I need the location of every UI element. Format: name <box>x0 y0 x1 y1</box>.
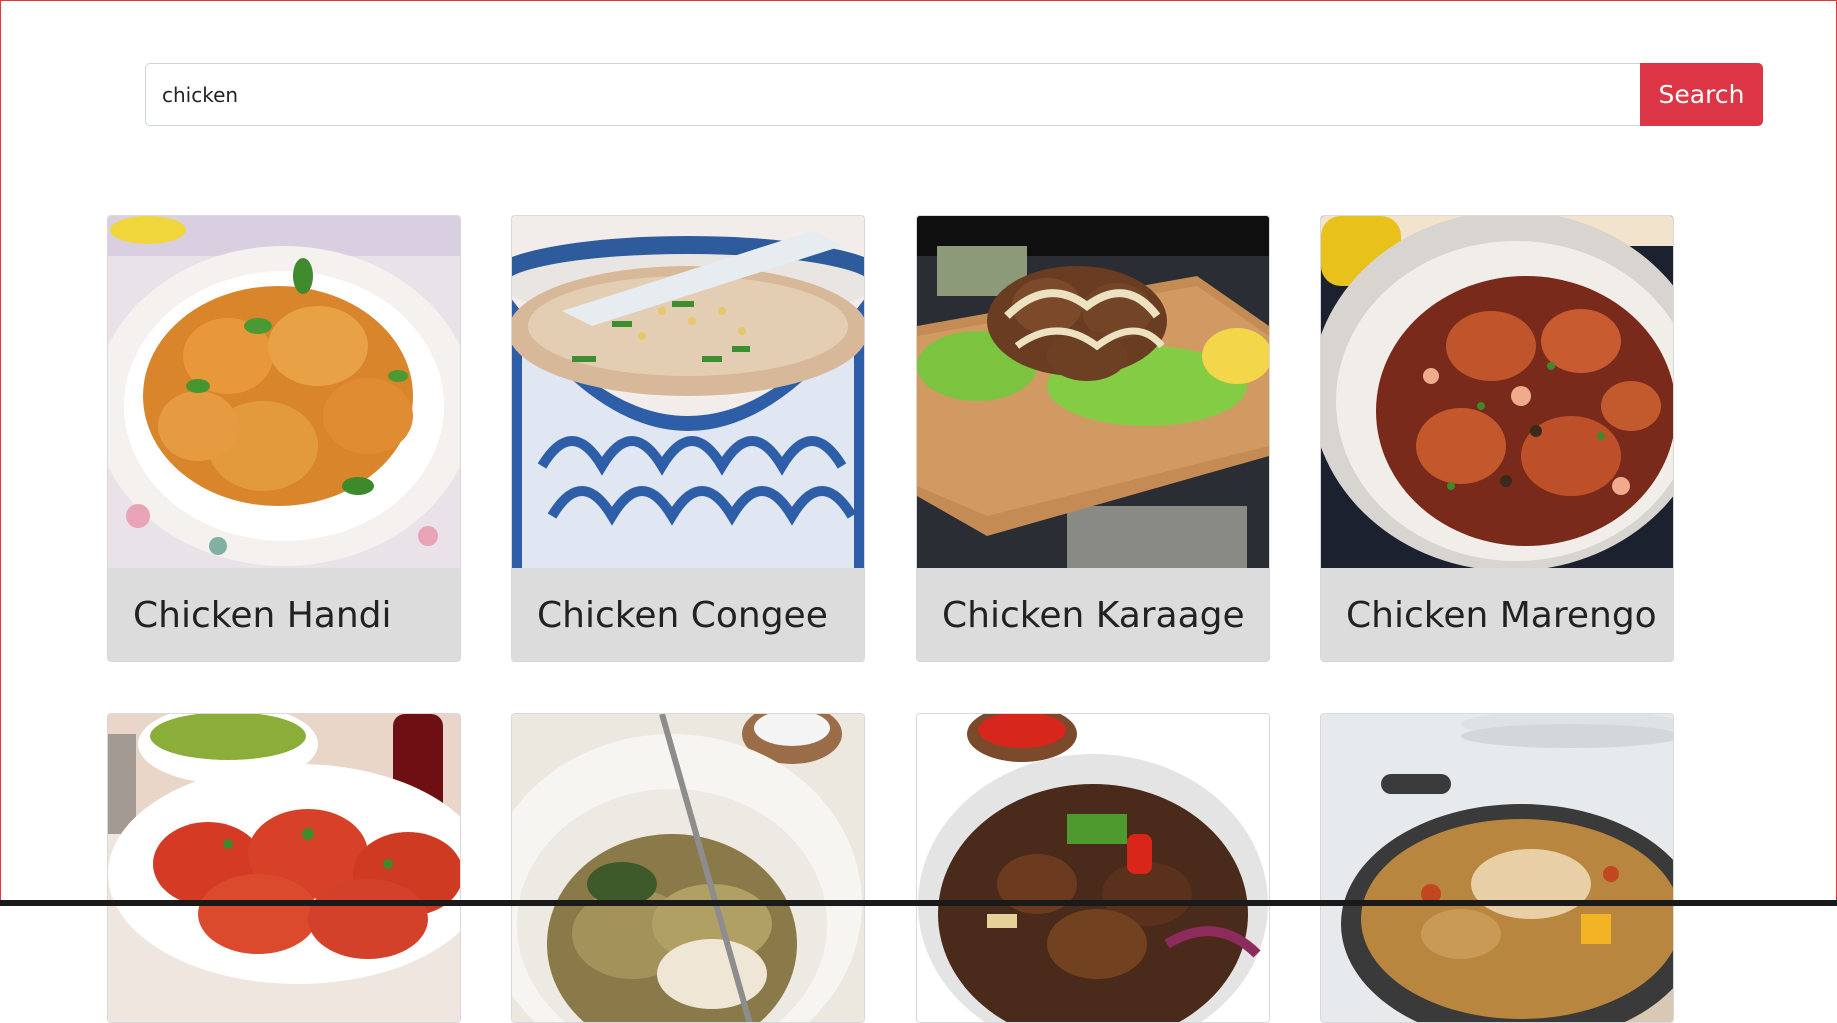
recipe-card[interactable]: Chicken Congee <box>511 215 865 662</box>
recipe-image[interactable] <box>108 216 460 568</box>
recipe-title[interactable]: Chicken Congee <box>512 568 864 661</box>
recipe-card[interactable]: Chicken Marengo <box>1320 215 1674 662</box>
recipe-title[interactable]: Chicken Handi <box>108 568 460 661</box>
recipe-title[interactable]: Chicken Karaage <box>917 568 1269 661</box>
recipe-title[interactable]: Chicken Marengo <box>1321 568 1673 661</box>
recipe-card[interactable] <box>511 713 865 1023</box>
recipe-card[interactable]: Chicken Handi <box>107 215 461 662</box>
window-bottom-edge <box>0 900 1837 906</box>
search-input[interactable] <box>145 63 1640 126</box>
recipe-image[interactable] <box>512 714 864 1022</box>
recipe-card[interactable]: Chicken Karaage <box>916 215 1270 662</box>
recipe-image[interactable] <box>917 714 1269 1022</box>
search-bar: Search <box>145 63 1763 126</box>
recipe-image[interactable] <box>917 216 1269 568</box>
recipe-card[interactable] <box>1320 713 1674 1023</box>
recipe-image[interactable] <box>512 216 864 568</box>
search-button[interactable]: Search <box>1640 63 1763 126</box>
recipe-image[interactable] <box>108 714 460 1022</box>
recipe-image[interactable] <box>1321 714 1673 1022</box>
recipe-card[interactable] <box>107 713 461 1023</box>
recipe-card[interactable] <box>916 713 1270 1023</box>
recipe-image[interactable] <box>1321 216 1673 568</box>
